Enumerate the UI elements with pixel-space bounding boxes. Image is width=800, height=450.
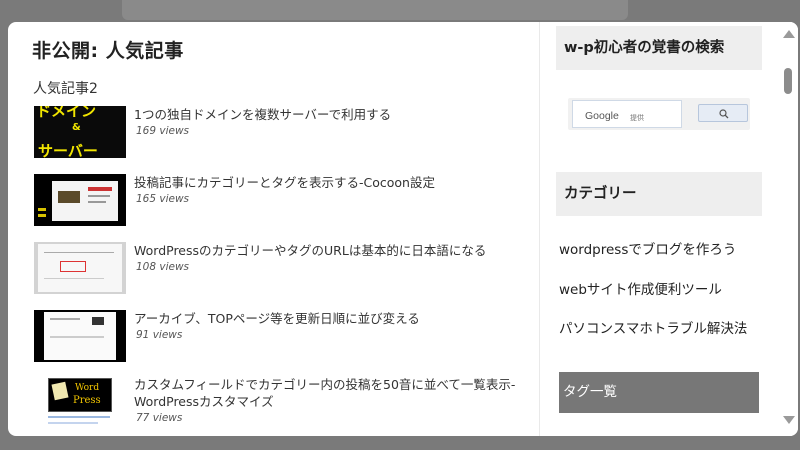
post-view-count: 91 views <box>136 329 183 341</box>
search-input[interactable]: Google 提供 <box>572 100 682 128</box>
post-thumbnail[interactable] <box>34 310 126 362</box>
post-title-line: WordPressカスタマイズ <box>134 394 274 409</box>
address-bar[interactable] <box>122 0 628 20</box>
search-provider-label: 提供 <box>630 115 644 122</box>
popular-post-item[interactable]: Word Press カスタムフィールドでカテゴリー内の投稿を50音に並べて一覧… <box>34 376 534 436</box>
post-view-count: 77 views <box>136 412 183 424</box>
post-view-count: 169 views <box>136 125 190 137</box>
thumb-text: ドメイン <box>36 106 97 120</box>
tag-list-heading[interactable]: タグ一覧 <box>559 372 759 413</box>
post-title-link[interactable]: アーカイブ、TOPページ等を更新日順に並び変える <box>134 310 524 327</box>
post-thumbnail[interactable]: Word Press <box>34 376 126 428</box>
popular-post-item[interactable]: 投稿記事にカテゴリーとタグを表示する-Cocoon設定 165 views <box>34 174 534 232</box>
thumb-text: サーバー <box>38 142 98 158</box>
thumb-screenshot <box>44 312 116 360</box>
sidebar: w-p初心者の覚書の検索 Google 提供 カテゴリー wordpressでブ… <box>556 22 766 436</box>
post-title-link[interactable]: カスタムフィールドでカテゴリー内の投稿を50音に並べて一覧表示- WordPre… <box>134 376 524 410</box>
main-content: 非公開: 人気記事 人気記事2 ドメイン & サーバー 1つの独自ドメインを複数… <box>26 22 539 436</box>
thumb-text: Press <box>73 395 101 406</box>
thumb-text: Word <box>75 383 100 393</box>
category-widget-heading: カテゴリー <box>556 172 762 216</box>
post-view-count: 165 views <box>136 193 190 205</box>
triangle-down-icon[interactable] <box>783 416 795 424</box>
post-view-count: 108 views <box>136 261 190 273</box>
column-divider <box>539 22 540 436</box>
popular-posts-widget-title: 人気記事2 <box>33 81 98 97</box>
popular-post-item[interactable]: アーカイブ、TOPページ等を更新日順に並び変える 91 views <box>34 310 534 368</box>
page-title: 非公開: 人気記事 <box>32 40 184 62</box>
triangle-up-icon[interactable] <box>783 30 795 38</box>
category-link-web-tools[interactable]: webサイト作成便利ツール <box>559 278 722 298</box>
category-link-pc-trouble[interactable]: パソコンスマホトラブル解決法 <box>559 317 747 337</box>
google-logo: Google <box>585 110 619 122</box>
thumb-screenshot <box>52 181 118 221</box>
search-widget-heading: w-p初心者の覚書の検索 <box>556 26 762 70</box>
page-frame: 非公開: 人気記事 人気記事2 ドメイン & サーバー 1つの独自ドメインを複数… <box>8 22 798 436</box>
post-thumbnail[interactable] <box>34 242 126 294</box>
post-thumbnail[interactable]: ドメイン & サーバー <box>34 106 126 158</box>
vertical-scrollbar[interactable] <box>780 22 798 436</box>
popular-post-item[interactable]: ドメイン & サーバー 1つの独自ドメインを複数サーバーで利用する 169 vi… <box>34 106 534 164</box>
post-thumbnail[interactable] <box>34 174 126 226</box>
post-title-link[interactable]: 投稿記事にカテゴリーとタグを表示する-Cocoon設定 <box>134 174 524 191</box>
magnifier-icon <box>719 109 729 119</box>
post-title-link[interactable]: WordPressのカテゴリーやタグのURLは基本的に日本語になる <box>134 242 524 259</box>
search-button[interactable] <box>698 104 748 122</box>
thumb-text: & <box>72 122 81 133</box>
thumb-wordpress-logo: Word Press <box>48 378 112 412</box>
category-link-wordpress-blog[interactable]: wordpressでブログを作ろう <box>559 238 736 258</box>
post-title-line: カスタムフィールドでカテゴリー内の投稿を50音に並べて一覧表示- <box>134 377 516 392</box>
google-search-box: Google 提供 <box>568 98 750 130</box>
scrollbar-thumb[interactable] <box>784 68 792 94</box>
popular-post-item[interactable]: WordPressのカテゴリーやタグのURLは基本的に日本語になる 108 vi… <box>34 242 534 300</box>
thumb-screenshot <box>38 244 122 292</box>
post-title-link[interactable]: 1つの独自ドメインを複数サーバーで利用する <box>134 106 524 123</box>
browser-top-bar <box>0 0 800 22</box>
